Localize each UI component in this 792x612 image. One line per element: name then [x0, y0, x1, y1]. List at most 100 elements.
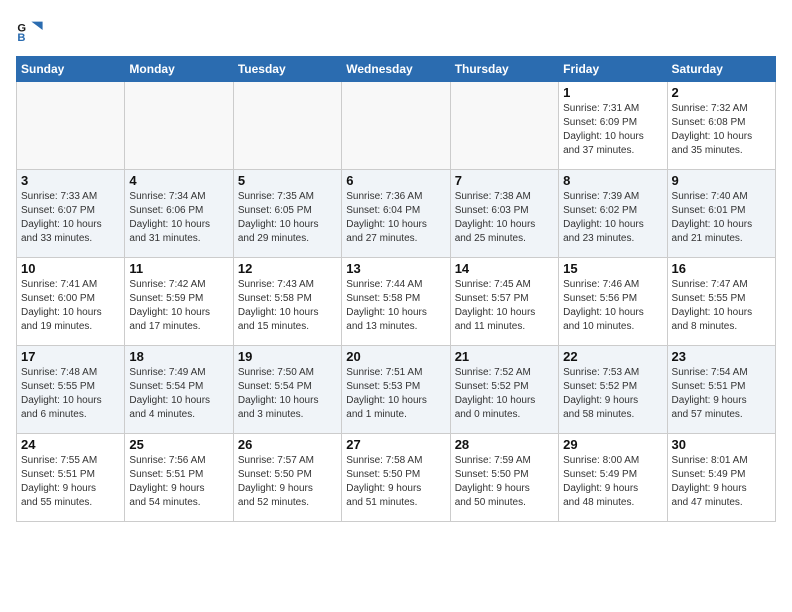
svg-text:B: B	[17, 32, 25, 44]
calendar-cell: 23 Sunrise: 7:54 AMSunset: 5:51 PMDayligh…	[667, 346, 775, 434]
day-number: 19	[238, 349, 337, 364]
day-info: Sunrise: 7:54 AMSunset: 5:51 PMDaylight:…	[672, 366, 771, 422]
calendar-cell: 25Sunrise: 7:56 AMSunset: 5:51 PMDayligh…	[125, 434, 233, 522]
calendar-week-row: 1 Sunrise: 7:31 AMSunset: 6:09 PMDaylight…	[17, 82, 776, 170]
day-number: 7	[455, 173, 554, 188]
day-number: 20	[346, 349, 445, 364]
day-number: 5	[238, 173, 337, 188]
day-info: Sunrise: 7:39 AMSunset: 6:02 PMDaylight:…	[563, 190, 662, 246]
weekday-header: Sunday	[17, 57, 125, 82]
day-number: 6	[346, 173, 445, 188]
calendar-cell: 21Sunrise: 7:52 AMSunset: 5:52 PMDayligh…	[450, 346, 558, 434]
calendar-cell	[125, 82, 233, 170]
calendar-cell: 19 Sunrise: 7:50 AMSunset: 5:54 PMDayligh…	[233, 346, 341, 434]
day-number: 15	[563, 261, 662, 276]
calendar-cell: 20 Sunrise: 7:51 AMSunset: 5:53 PMDayligh…	[342, 346, 450, 434]
day-number: 11	[129, 261, 228, 276]
day-number: 23	[672, 349, 771, 364]
day-number: 22	[563, 349, 662, 364]
calendar-cell: 14 Sunrise: 7:45 AMSunset: 5:57 PMDayligh…	[450, 258, 558, 346]
calendar-cell: 17 Sunrise: 7:48 AMSunset: 5:55 PMDayligh…	[17, 346, 125, 434]
day-number: 17	[21, 349, 120, 364]
calendar-week-row: 17 Sunrise: 7:48 AMSunset: 5:55 PMDayligh…	[17, 346, 776, 434]
day-number: 29	[563, 437, 662, 452]
day-info: Sunrise: 7:50 AMSunset: 5:54 PMDaylight:…	[238, 366, 337, 422]
day-number: 28	[455, 437, 554, 452]
calendar-cell: 27 Sunrise: 7:58 AMSunset: 5:50 PMDayligh…	[342, 434, 450, 522]
day-number: 10	[21, 261, 120, 276]
calendar-cell: 16 Sunrise: 7:47 AMSunset: 5:55 PMDayligh…	[667, 258, 775, 346]
day-number: 30	[672, 437, 771, 452]
day-info: Sunrise: 7:58 AMSunset: 5:50 PMDaylight:…	[346, 454, 445, 510]
day-number: 27	[346, 437, 445, 452]
day-info: Sunrise: 7:33 AMSunset: 6:07 PMDaylight:…	[21, 190, 120, 246]
calendar-cell: 2 Sunrise: 7:32 AMSunset: 6:08 PMDaylight…	[667, 82, 775, 170]
day-info: Sunrise: 7:43 AMSunset: 5:58 PMDaylight:…	[238, 278, 337, 334]
calendar-cell: 11 Sunrise: 7:42 AMSunset: 5:59 PMDayligh…	[125, 258, 233, 346]
day-number: 25	[129, 437, 228, 452]
calendar-cell	[342, 82, 450, 170]
calendar-cell: 3 Sunrise: 7:33 AMSunset: 6:07 PMDaylight…	[17, 170, 125, 258]
weekday-header: Monday	[125, 57, 233, 82]
day-info: Sunrise: 7:55 AMSunset: 5:51 PMDaylight:…	[21, 454, 120, 510]
calendar-cell: 6 Sunrise: 7:36 AMSunset: 6:04 PMDaylight…	[342, 170, 450, 258]
weekday-header: Tuesday	[233, 57, 341, 82]
day-info: Sunrise: 7:49 AMSunset: 5:54 PMDaylight:…	[129, 366, 228, 422]
calendar-cell	[450, 82, 558, 170]
day-info: Sunrise: 7:42 AMSunset: 5:59 PMDaylight:…	[129, 278, 228, 334]
weekday-header: Wednesday	[342, 57, 450, 82]
day-number: 16	[672, 261, 771, 276]
day-info: Sunrise: 7:52 AMSunset: 5:52 PMDaylight:…	[455, 366, 554, 422]
day-number: 24	[21, 437, 120, 452]
calendar-header-row: SundayMondayTuesdayWednesdayThursdayFrid…	[17, 57, 776, 82]
calendar-cell	[233, 82, 341, 170]
calendar-cell: 4 Sunrise: 7:34 AMSunset: 6:06 PMDaylight…	[125, 170, 233, 258]
calendar-cell: 18 Sunrise: 7:49 AMSunset: 5:54 PMDayligh…	[125, 346, 233, 434]
calendar-cell: 1 Sunrise: 7:31 AMSunset: 6:09 PMDaylight…	[559, 82, 667, 170]
calendar-cell: 24 Sunrise: 7:55 AMSunset: 5:51 PMDayligh…	[17, 434, 125, 522]
day-info: Sunrise: 8:00 AMSunset: 5:49 PMDaylight:…	[563, 454, 662, 510]
day-info: Sunrise: 8:01 AMSunset: 5:49 PMDaylight:…	[672, 454, 771, 510]
day-number: 1	[563, 85, 662, 100]
calendar-cell: 29 Sunrise: 8:00 AMSunset: 5:49 PMDayligh…	[559, 434, 667, 522]
day-info: Sunrise: 7:48 AMSunset: 5:55 PMDaylight:…	[21, 366, 120, 422]
day-info: Sunrise: 7:36 AMSunset: 6:04 PMDaylight:…	[346, 190, 445, 246]
calendar-cell: 28Sunrise: 7:59 AMSunset: 5:50 PMDayligh…	[450, 434, 558, 522]
weekday-header: Thursday	[450, 57, 558, 82]
day-info: Sunrise: 7:53 AMSunset: 5:52 PMDaylight:…	[563, 366, 662, 422]
day-info: Sunrise: 7:51 AMSunset: 5:53 PMDaylight:…	[346, 366, 445, 422]
day-info: Sunrise: 7:46 AMSunset: 5:56 PMDaylight:…	[563, 278, 662, 334]
calendar-cell: 5Sunrise: 7:35 AMSunset: 6:05 PMDaylight…	[233, 170, 341, 258]
weekday-header: Friday	[559, 57, 667, 82]
day-number: 3	[21, 173, 120, 188]
calendar-cell: 15 Sunrise: 7:46 AMSunset: 5:56 PMDayligh…	[559, 258, 667, 346]
day-number: 18	[129, 349, 228, 364]
day-number: 14	[455, 261, 554, 276]
calendar-cell: 26Sunrise: 7:57 AMSunset: 5:50 PMDayligh…	[233, 434, 341, 522]
calendar-cell: 10 Sunrise: 7:41 AMSunset: 6:00 PMDayligh…	[17, 258, 125, 346]
day-number: 2	[672, 85, 771, 100]
calendar-week-row: 24 Sunrise: 7:55 AMSunset: 5:51 PMDayligh…	[17, 434, 776, 522]
day-info: Sunrise: 7:44 AMSunset: 5:58 PMDaylight:…	[346, 278, 445, 334]
day-number: 12	[238, 261, 337, 276]
day-number: 4	[129, 173, 228, 188]
day-number: 13	[346, 261, 445, 276]
calendar-week-row: 3 Sunrise: 7:33 AMSunset: 6:07 PMDaylight…	[17, 170, 776, 258]
day-info: Sunrise: 7:32 AMSunset: 6:08 PMDaylight:…	[672, 102, 771, 158]
day-info: Sunrise: 7:34 AMSunset: 6:06 PMDaylight:…	[129, 190, 228, 246]
page-header: G B	[16, 16, 776, 44]
calendar-cell: 9Sunrise: 7:40 AMSunset: 6:01 PMDaylight…	[667, 170, 775, 258]
day-number: 26	[238, 437, 337, 452]
day-info: Sunrise: 7:31 AMSunset: 6:09 PMDaylight:…	[563, 102, 662, 158]
day-number: 8	[563, 173, 662, 188]
day-number: 9	[672, 173, 771, 188]
day-info: Sunrise: 7:41 AMSunset: 6:00 PMDaylight:…	[21, 278, 120, 334]
logo: G B	[16, 16, 48, 44]
calendar-week-row: 10 Sunrise: 7:41 AMSunset: 6:00 PMDayligh…	[17, 258, 776, 346]
day-info: Sunrise: 7:38 AMSunset: 6:03 PMDaylight:…	[455, 190, 554, 246]
day-info: Sunrise: 7:47 AMSunset: 5:55 PMDaylight:…	[672, 278, 771, 334]
calendar-cell	[17, 82, 125, 170]
calendar-cell: 12 Sunrise: 7:43 AMSunset: 5:58 PMDayligh…	[233, 258, 341, 346]
day-info: Sunrise: 7:45 AMSunset: 5:57 PMDaylight:…	[455, 278, 554, 334]
calendar-cell: 7 Sunrise: 7:38 AMSunset: 6:03 PMDaylight…	[450, 170, 558, 258]
